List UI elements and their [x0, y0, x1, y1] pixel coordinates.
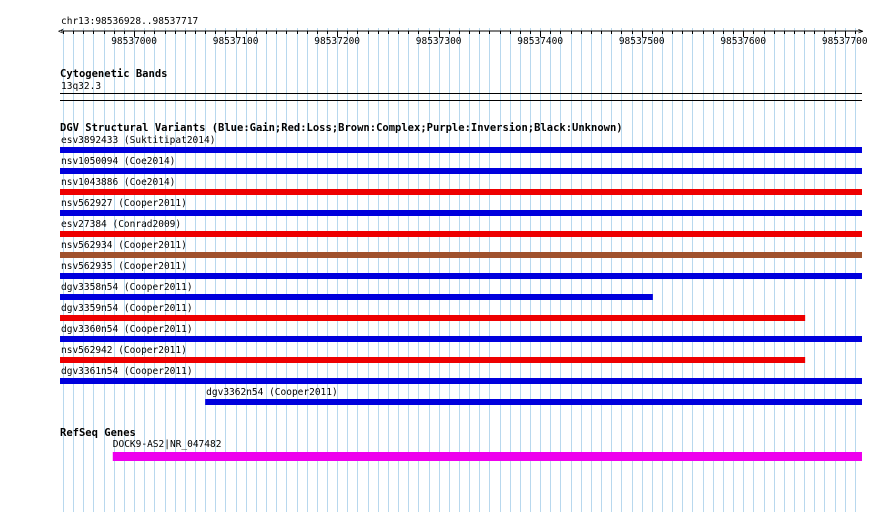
dgv-feature-label: nsv562942 (Cooper2011) — [61, 345, 187, 356]
dgv-feature-label: dgv3360n54 (Cooper2011) — [61, 324, 193, 335]
cytoband-label: 13q32.3 — [61, 81, 101, 92]
ruler-tick-label: 98537000 — [111, 36, 157, 47]
genome-browser-view: chr13:98536928..98537717 < > 98537000 985… — [58, 16, 868, 512]
ruler-tick-label: 98537100 — [213, 36, 259, 47]
dgv-feature-label: dgv3358n54 (Cooper2011) — [61, 282, 193, 293]
refseq-track-title: RefSeq Genes — [60, 427, 136, 439]
dgv-feature-label: dgv3362n54 (Cooper2011) — [206, 387, 338, 398]
dgv-feature-label: dgv3359n54 (Cooper2011) — [61, 303, 193, 314]
dgv-feature-bar[interactable] — [60, 294, 653, 300]
cytoband-track-title: Cytogenetic Bands — [60, 68, 167, 80]
dgv-feature-bar[interactable] — [60, 357, 806, 363]
ruler-tick-label: 98537600 — [720, 36, 766, 47]
ruler-ticks: 98537000 98537100 98537200 98537300 98537400… — [63, 31, 868, 47]
dgv-feature-bar[interactable] — [60, 231, 862, 237]
dgv-features: esv3892433 (Suktitipat2014) nsv1050094 (C… — [60, 135, 862, 405]
dgv-feature-bar[interactable] — [60, 168, 862, 174]
dgv-track-title: DGV Structural Variants (Blue:Gain;Red:L… — [60, 122, 623, 134]
dgv-feature-label: nsv562935 (Cooper2011) — [61, 261, 187, 272]
ruler-tick-label: 98537700 — [822, 36, 868, 47]
dgv-feature-bar[interactable] — [60, 210, 862, 216]
ruler-location-label: chr13:98536928..98537717 — [61, 16, 198, 27]
dgv-feature-label: nsv1043886 (Coe2014) — [61, 177, 175, 188]
dgv-feature-bar[interactable] — [60, 336, 862, 342]
ruler-tick-label: 98537500 — [619, 36, 665, 47]
dgv-feature-label: dgv3361n54 (Cooper2011) — [61, 366, 193, 377]
refseq-gene-bar[interactable] — [112, 452, 863, 461]
dgv-feature-bar[interactable] — [60, 315, 806, 321]
ruler-tick-label: 98537200 — [314, 36, 360, 47]
dgv-feature-bar[interactable] — [60, 378, 862, 384]
dgv-feature-bar[interactable] — [60, 189, 862, 195]
dgv-feature-label: nsv1050094 (Coe2014) — [61, 156, 175, 167]
dgv-feature-label: esv3892433 (Suktitipat2014) — [61, 135, 215, 146]
dgv-feature-label: nsv562934 (Cooper2011) — [61, 240, 187, 251]
ruler-tick-label: 98537300 — [416, 36, 462, 47]
refseq-gene-label: DOCK9-AS2|NR_047482 — [113, 439, 222, 450]
dgv-feature-label: nsv562927 (Cooper2011) — [61, 198, 187, 209]
ruler-tick-label: 98537400 — [517, 36, 563, 47]
dgv-feature-label: esv27384 (Conrad2009) — [61, 219, 181, 230]
dgv-feature-bar[interactable] — [60, 147, 862, 153]
dgv-feature-bar[interactable] — [205, 399, 862, 405]
dgv-feature-bar[interactable] — [60, 273, 862, 279]
dgv-feature-bar[interactable] — [60, 252, 862, 258]
